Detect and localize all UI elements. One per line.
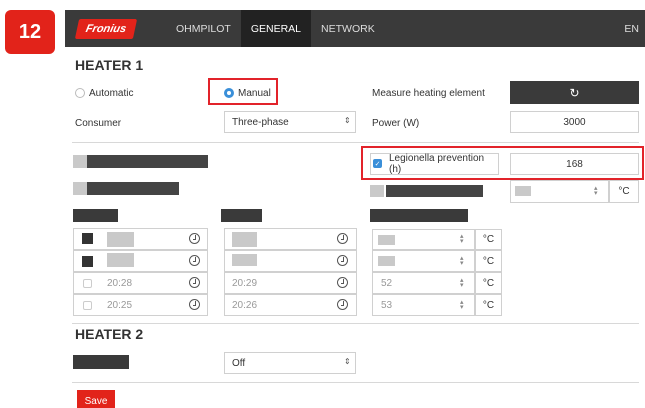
row-checkbox[interactable] xyxy=(82,233,93,244)
clock-icon[interactable] xyxy=(189,255,200,266)
consumer-label: Consumer xyxy=(75,118,122,129)
redacted-label xyxy=(73,355,129,369)
stepper-arrows-icon[interactable]: ▴ ▾ xyxy=(460,255,464,267)
clock-icon[interactable] xyxy=(337,277,348,288)
redacted-label xyxy=(386,185,483,197)
temp-unit-box: °C xyxy=(475,294,502,316)
language-selector[interactable]: EN xyxy=(624,23,639,35)
divider xyxy=(72,323,639,324)
redacted-checkbox xyxy=(73,182,87,195)
stepper-arrows-icon[interactable]: ▴ ▾ xyxy=(460,233,464,245)
divider xyxy=(72,142,639,143)
radio-manual[interactable] xyxy=(224,88,234,98)
power-label: Power (W) xyxy=(372,118,420,129)
legionella-checkbox-field[interactable]: Legionella prevention (h) xyxy=(370,153,499,175)
temp-unit: °C xyxy=(482,299,495,311)
redacted-value xyxy=(107,253,134,267)
heater2-select-value: Off xyxy=(232,357,246,369)
consumer-select[interactable]: Three-phase xyxy=(224,111,356,133)
temp-unit: °C xyxy=(482,255,495,267)
redacted-value xyxy=(515,186,531,196)
redacted-label xyxy=(87,182,179,195)
time-value: 20:26 xyxy=(232,300,258,311)
temp-unit-box: °C xyxy=(475,272,502,294)
heater2-select[interactable]: Off xyxy=(224,352,356,374)
time-row-3-col1[interactable] xyxy=(73,272,208,294)
tab-network[interactable]: NETWORK xyxy=(311,10,385,47)
temp-unit: °C xyxy=(482,234,495,245)
temp-unit: °C xyxy=(618,186,630,197)
stepper-arrows-icon[interactable]: ▴ ▾ xyxy=(460,299,464,311)
time-value: 20:29 xyxy=(232,278,258,289)
fronius-logo[interactable]: Fronius xyxy=(74,18,138,39)
redacted-column-header xyxy=(73,209,118,222)
stepper-arrows-icon[interactable]: ▴ ▾ xyxy=(460,277,464,289)
redacted-value xyxy=(232,232,257,247)
legionella-checkbox[interactable]: ✓ xyxy=(373,159,382,168)
save-button[interactable]: Save xyxy=(77,390,115,408)
heater1-title: HEATER 1 xyxy=(75,57,144,73)
tab-ohmpilot[interactable]: OHMPILOT xyxy=(166,10,241,47)
time-value: 20:25 xyxy=(107,300,133,311)
legionella-hours-input[interactable]: 168 xyxy=(510,153,639,175)
manual-label: Manual xyxy=(238,88,271,99)
clock-icon[interactable] xyxy=(189,233,200,244)
clock-icon[interactable] xyxy=(337,299,348,310)
time-row-1-col1[interactable] xyxy=(73,228,208,250)
row-checkbox[interactable] xyxy=(83,279,92,288)
redacted-column-header xyxy=(221,209,262,222)
legionella-hours-value: 168 xyxy=(566,158,583,170)
consumer-select-value: Three-phase xyxy=(232,116,289,128)
redacted-value xyxy=(107,232,134,247)
clock-icon[interactable] xyxy=(189,277,200,288)
stepper-arrows-icon[interactable]: ▴ ▾ xyxy=(594,185,598,197)
redacted-column-header xyxy=(370,209,468,222)
redacted-value xyxy=(232,254,257,266)
chevron-updown-icon: ⇕ xyxy=(344,357,351,366)
measure-heating-element-button[interactable]: ↻ xyxy=(510,81,639,104)
clock-icon[interactable] xyxy=(337,233,348,244)
time-value: 20:28 xyxy=(107,278,133,289)
automatic-label: Automatic xyxy=(89,88,134,99)
temp-value: 52 xyxy=(381,278,393,289)
refresh-icon: ↻ xyxy=(569,85,580,100)
time-row-2-col1[interactable] xyxy=(73,250,208,272)
clock-icon[interactable] xyxy=(189,299,200,310)
temp-unit-box: °C xyxy=(475,250,502,272)
temp-value: 53 xyxy=(381,300,393,311)
divider xyxy=(72,382,639,383)
redacted-value xyxy=(378,256,395,266)
time-row-4-col1[interactable] xyxy=(73,294,208,316)
redacted-label xyxy=(87,155,208,168)
redacted-checkbox xyxy=(370,185,384,197)
tab-general[interactable]: GENERAL xyxy=(240,10,312,47)
measure-label: Measure heating element xyxy=(372,88,485,99)
radio-automatic[interactable] xyxy=(75,88,85,98)
temp-unit-box: °C xyxy=(475,229,502,250)
redacted-checkbox xyxy=(73,155,87,168)
top-navbar: Fronius OHMPILOT GENERAL NETWORK EN xyxy=(65,10,645,47)
row-checkbox[interactable] xyxy=(82,256,93,267)
clock-icon[interactable] xyxy=(337,255,348,266)
chevron-updown-icon: ⇕ xyxy=(344,116,351,125)
step-number-badge: 12 xyxy=(5,10,55,54)
power-input[interactable]: 3000 xyxy=(510,111,639,133)
heater2-title: HEATER 2 xyxy=(75,326,144,342)
redacted-value xyxy=(378,235,395,245)
row-checkbox[interactable] xyxy=(83,301,92,310)
power-input-value: 3000 xyxy=(563,116,586,128)
legionella-label: Legionella prevention (h) xyxy=(389,153,485,175)
temp-unit-box: °C xyxy=(609,180,639,203)
temp-unit: °C xyxy=(482,277,495,289)
